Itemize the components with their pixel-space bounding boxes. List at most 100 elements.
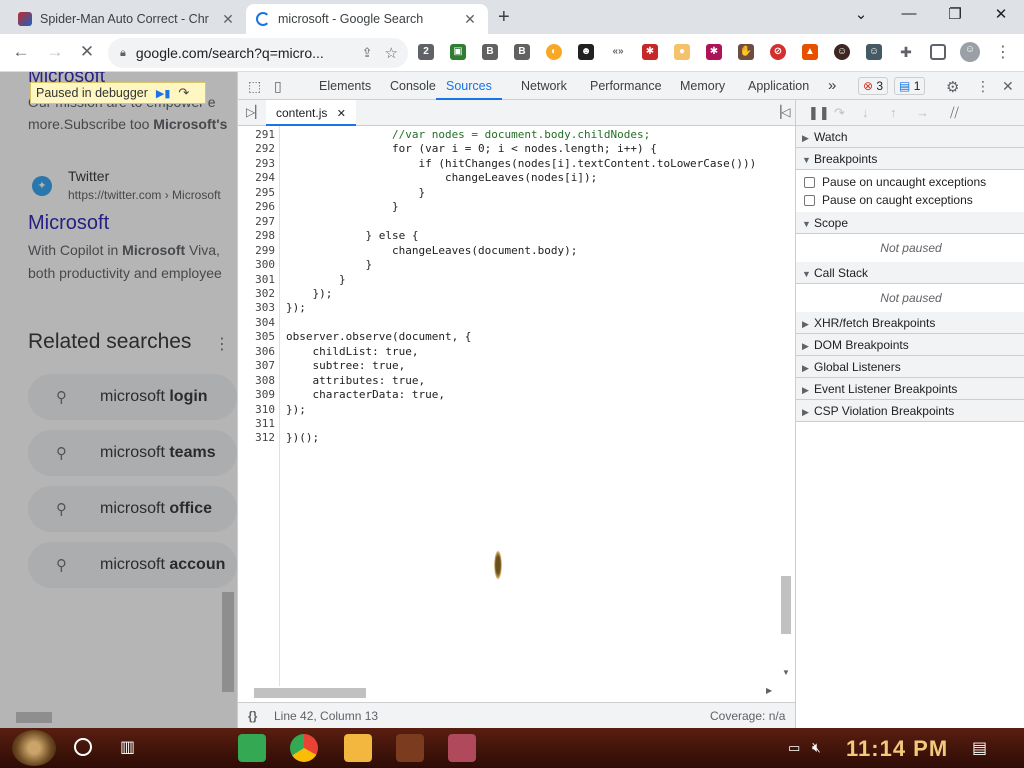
code-line[interactable]: characterData: true, [286,388,444,401]
dom-breakpoints-header[interactable]: ▶ DOM Breakpoints [796,334,1024,356]
code-line[interactable]: }); [286,287,332,300]
scope-pane-header[interactable]: ▼ Scope [796,212,1024,234]
extension-hand-icon[interactable]: ✋ [738,44,754,60]
line-number[interactable]: 297 [255,215,275,228]
breakpoints-pane-header[interactable]: ▼ Breakpoints [796,148,1024,170]
step-out-icon[interactable]: ↑ [890,105,897,120]
share-icon[interactable]: ⇪ [362,45,373,61]
page-vertical-scrollbar[interactable] [222,592,234,692]
line-number[interactable]: 305 [255,330,275,343]
xhr-breakpoints-header[interactable]: ▶ XHR/fetch Breakpoints [796,312,1024,334]
forward-button[interactable]: → [44,42,66,62]
pause-caught-checkbox[interactable]: Pause on caught exceptions [804,193,973,207]
checkbox[interactable] [804,176,815,188]
event-listener-breakpoints-header[interactable]: ▶ Event Listener Breakpoints [796,378,1024,400]
line-number[interactable]: 299 [255,244,275,257]
line-number[interactable]: 291 [255,128,275,141]
more-tabs-icon[interactable]: » [828,72,836,100]
line-number[interactable]: 296 [255,200,275,213]
task-view-icon[interactable]: ▥ [120,737,135,757]
start-button[interactable] [12,730,56,766]
tab-google-search[interactable]: microsoft - Google Search ✕ [246,4,488,34]
code-line[interactable]: childList: true, [286,345,418,358]
line-number[interactable]: 306 [255,345,275,358]
line-number[interactable]: 312 [255,431,275,444]
pretty-print-button[interactable]: {} [248,703,257,729]
line-number[interactable]: 307 [255,359,275,372]
tab-sources[interactable]: Sources [436,72,502,100]
extension-sound-icon[interactable]: «» [610,44,626,60]
extension-2-icon[interactable]: 2 [418,44,434,60]
scroll-down-arrow-icon[interactable]: ▼ [782,668,790,677]
code-line[interactable]: observer.observe(document, { [286,330,471,343]
inspect-element-icon[interactable]: ⬚ [248,78,261,95]
code-line[interactable]: } else { [286,229,418,242]
extension-dog-icon[interactable]: ● [674,44,690,60]
code-line[interactable]: } [286,258,372,271]
code-editor[interactable]: 291 292 293 294 295 296 297 298 299 300 301 302 303 3… [238,126,795,686]
line-number[interactable]: 304 [255,316,275,329]
resume-icon[interactable]: ▶▮ [156,87,171,100]
line-number[interactable]: 293 [255,157,275,170]
line-number[interactable]: 302 [255,287,275,300]
code-line[interactable]: //var nodes = document.body.childNodes; [286,128,650,141]
call-stack-pane-header[interactable]: ▼ Call Stack [796,262,1024,284]
back-button[interactable]: ← [10,42,32,62]
line-number[interactable]: 309 [255,388,275,401]
code-line[interactable]: changeLeaves(nodes[i]); [286,171,597,184]
line-number[interactable]: 308 [255,374,275,387]
extension-portrait-icon[interactable]: ☺ [866,44,882,60]
devtools-menu-icon[interactable]: ⋮ [976,78,990,95]
side-panel-icon[interactable] [930,44,946,60]
address-bar[interactable]: 🔒︎ google.com/search?q=micro... ⇪ ☆ [108,38,408,68]
device-toolbar-icon[interactable]: ▯ [274,78,282,95]
step-icon[interactable]: → [916,105,929,120]
file-explorer-icon[interactable] [344,734,372,762]
close-tab-icon[interactable]: ✕ [462,11,478,28]
notifications-icon[interactable]: ▤ [972,738,987,758]
code-line[interactable]: attributes: true, [286,374,425,387]
checkbox[interactable] [804,194,815,206]
tab-memory[interactable]: Memory [680,72,725,100]
tab-application[interactable]: Application [748,72,809,100]
code-line[interactable]: subtree: true, [286,359,405,372]
extension-car-icon[interactable]: ▲ [802,44,818,60]
profile-avatar[interactable]: ☺ [960,42,980,62]
extension-image-icon[interactable]: ▣ [450,44,466,60]
scroll-right-arrow-icon[interactable]: ▶ [766,686,772,695]
code-line[interactable]: } [286,200,399,213]
code-line[interactable]: })(); [286,431,319,444]
extension-person-icon[interactable]: ☺ [834,44,850,60]
tab-network[interactable]: Network [521,72,567,100]
code-line[interactable]: }); [286,403,306,416]
pause-icon[interactable]: ❚❚ [808,105,830,121]
tab-elements[interactable]: Elements [319,72,371,100]
page-horizontal-scrollbar[interactable] [16,712,52,723]
code-line[interactable]: for (var i = 0; i < nodes.length; i++) { [286,142,657,155]
scroll-thumb[interactable] [781,576,791,634]
code-line[interactable]: }); [286,301,306,314]
bookmark-star-icon[interactable]: ☆ [385,44,398,62]
toggle-debugger-icon[interactable]: ▕◁ [772,105,790,119]
tab-console[interactable]: Console [390,72,436,100]
scroll-thumb[interactable] [254,688,366,698]
watch-pane-header[interactable]: ▶ Watch [796,126,1024,148]
code-line[interactable]: changeLeaves(document.body); [286,244,577,257]
code-line[interactable]: } [286,273,346,286]
file-tab-content-js[interactable]: content.js ✕ [266,100,356,126]
close-window-button[interactable]: ✕ [986,5,1016,23]
taskbar-clock[interactable]: 11:14 PM [846,736,948,762]
messages-badge[interactable]: ▤ 1 [894,77,926,95]
code-line[interactable]: } [286,186,425,199]
step-into-icon[interactable]: ↓ [862,105,869,120]
chrome-menu-icon[interactable]: ⋮ [992,42,1014,62]
tab-performance[interactable]: Performance [590,72,662,100]
extension-block-icon[interactable]: ⊘ [770,44,786,60]
line-number[interactable]: 310 [255,403,275,416]
extension-spidey-icon[interactable]: ✱ [642,44,658,60]
step-over-icon[interactable]: ↷ [178,85,189,101]
deactivate-breakpoints-icon[interactable]: ⧸⧸ [950,105,959,121]
line-number[interactable]: 311 [255,417,275,430]
line-number[interactable]: 301 [255,273,275,286]
search-circle-icon[interactable] [74,738,92,756]
